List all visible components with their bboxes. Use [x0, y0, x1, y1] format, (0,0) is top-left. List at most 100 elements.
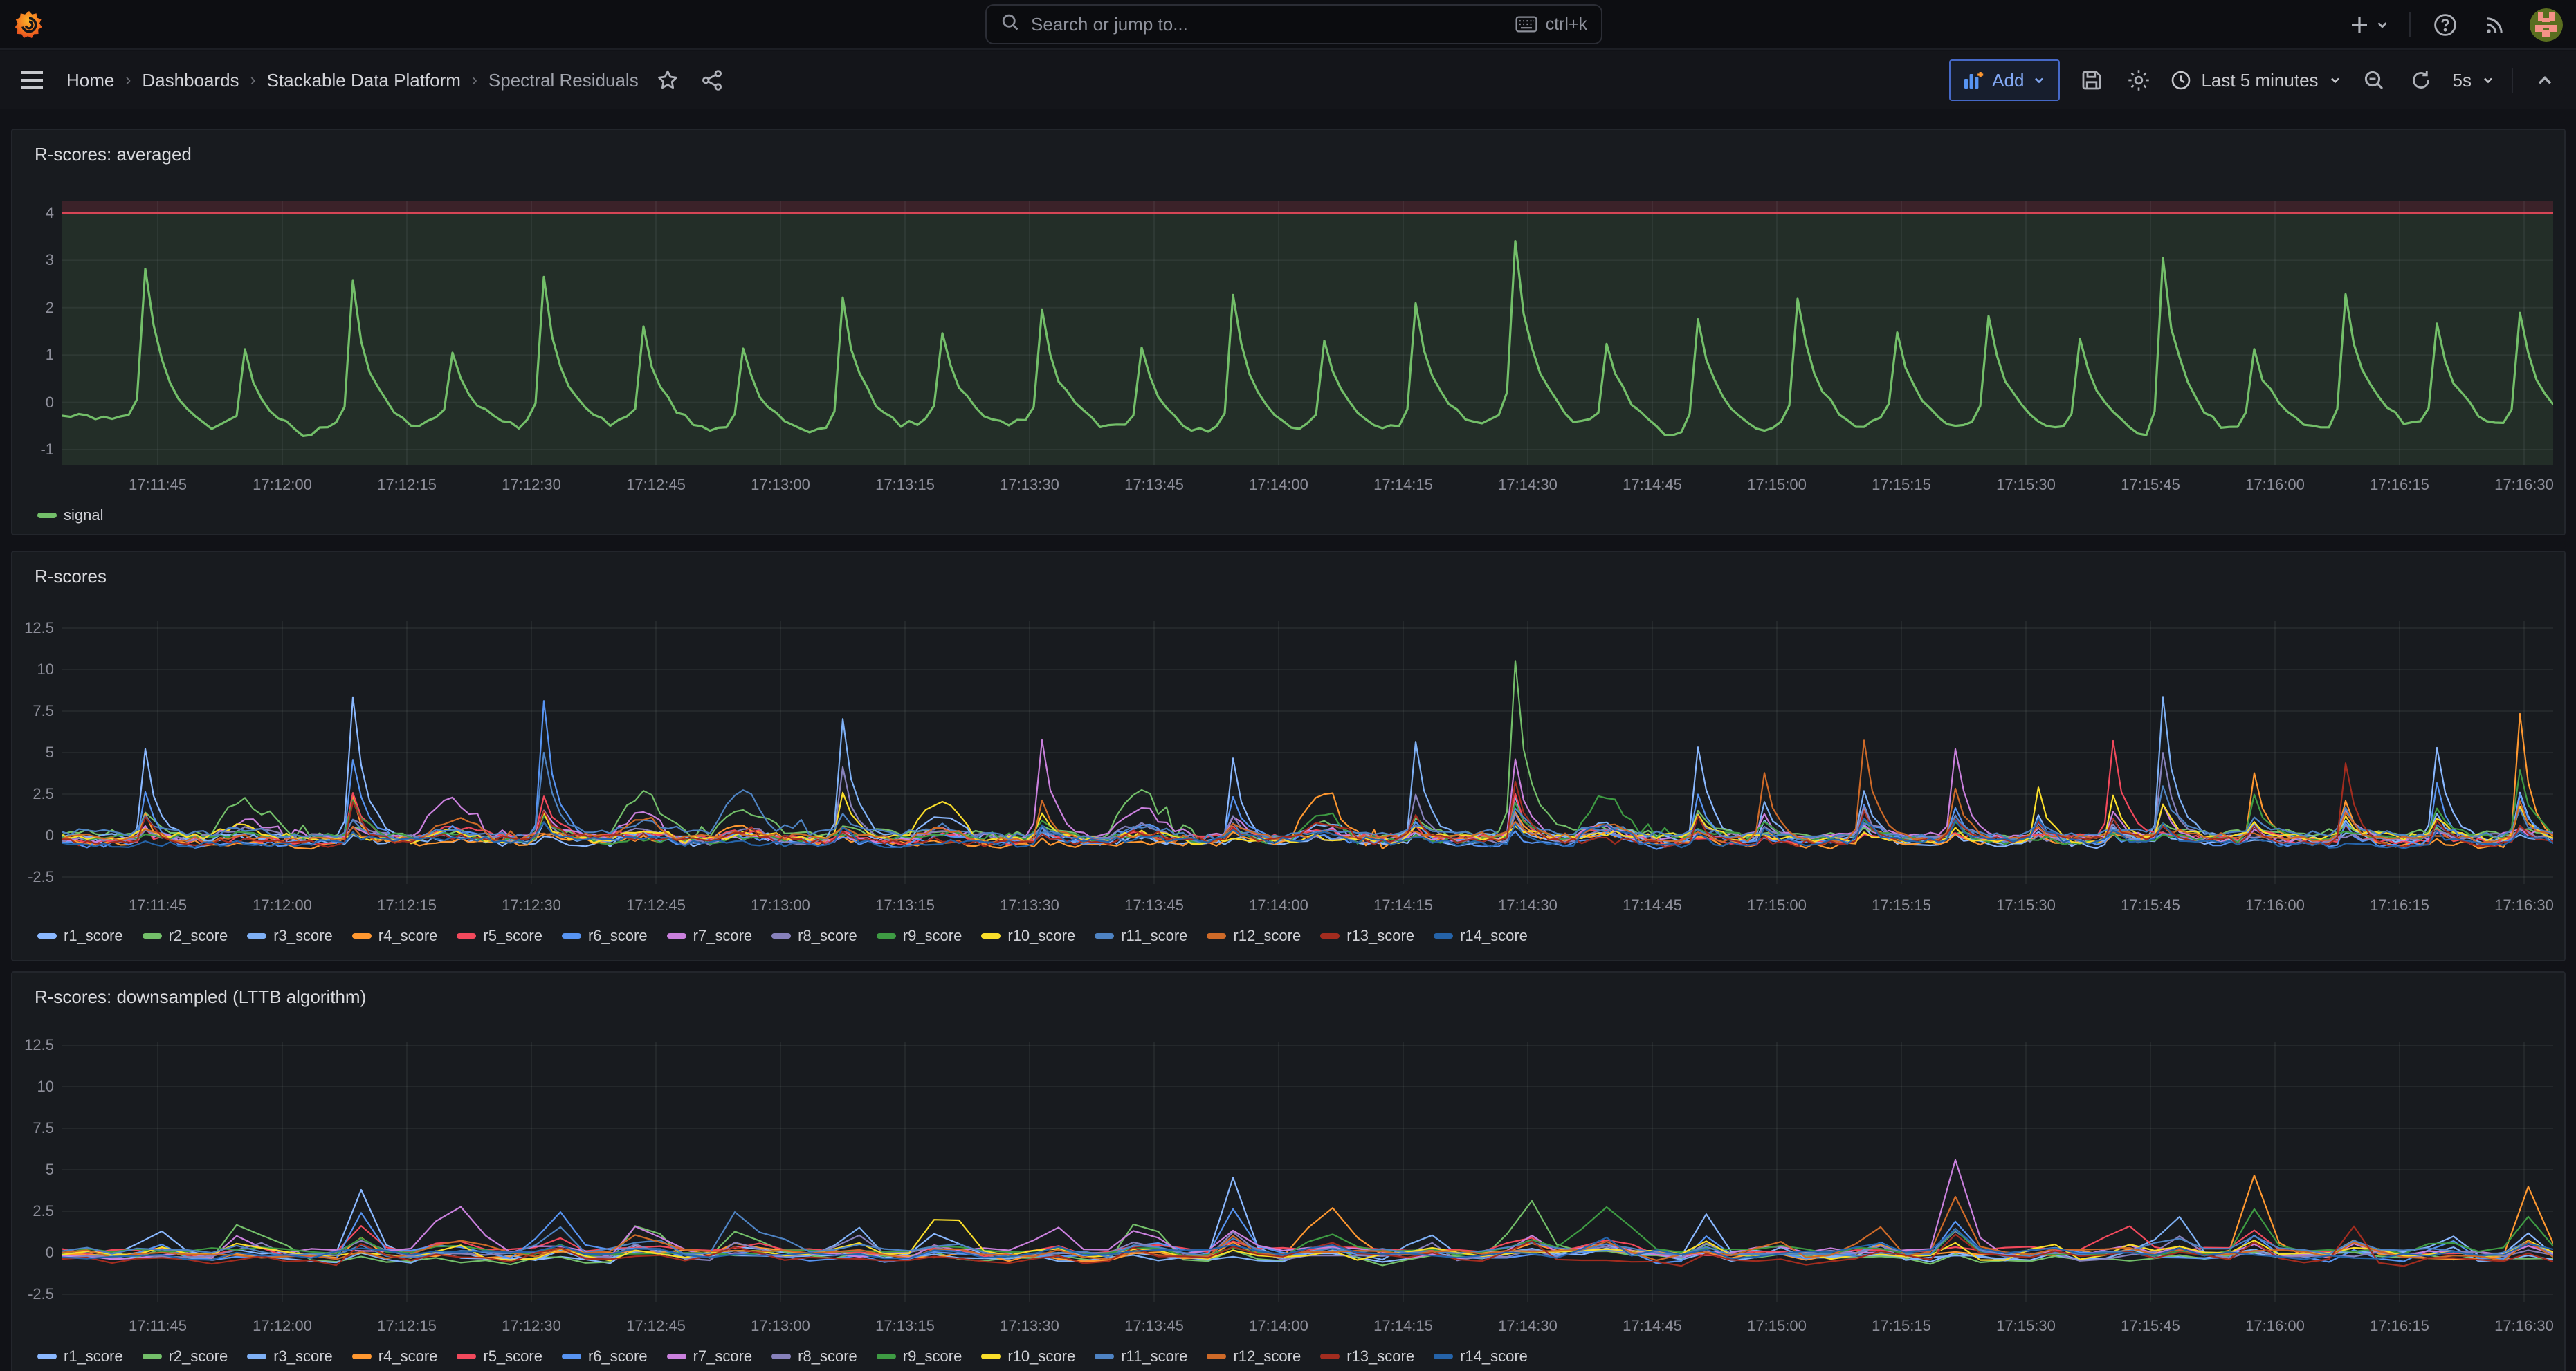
share-button[interactable] [697, 65, 727, 95]
legend-series-name: r10_score [1007, 927, 1075, 945]
legend-item-r14_score[interactable]: r14_score [1434, 927, 1528, 945]
legend-item-r6_score[interactable]: r6_score [562, 1347, 648, 1365]
legend-item-r3_score[interactable]: r3_score [247, 1347, 333, 1365]
x-axis-tick: 17:13:00 [731, 1317, 830, 1335]
x-axis-tick: 17:16:00 [2225, 1317, 2325, 1335]
y-axis-tick: -2.5 [12, 1285, 54, 1303]
x-axis-tick: 17:12:00 [232, 476, 332, 494]
legend-item-r1_score[interactable]: r1_score [37, 927, 123, 945]
legend-item-r11_score[interactable]: r11_score [1095, 927, 1187, 945]
panel-title[interactable]: R-scores: downsampled (LTTB algorithm) [35, 986, 366, 1008]
legend-item-r2_score[interactable]: r2_score [143, 1347, 228, 1365]
x-axis-tick: 17:14:15 [1353, 896, 1453, 914]
panel-r-scores-downsampled: R-scores: downsampled (LTTB algorithm) r… [11, 971, 2566, 1371]
legend-item-r13_score[interactable]: r13_score [1320, 1347, 1414, 1365]
zoom-out-button[interactable] [2359, 65, 2389, 95]
add-button[interactable]: Add [1949, 59, 2060, 101]
panel-legend: r1_score r2_score r3_score r4_score r5_score… [37, 927, 1528, 945]
time-range-picker[interactable]: Last 5 minutes [2171, 70, 2341, 91]
timeseries-plot[interactable] [62, 621, 2553, 884]
dashboard-settings-button[interactable] [2123, 65, 2154, 95]
legend-series-name: r8_score [798, 1347, 857, 1365]
legend-item-r1_score[interactable]: r1_score [37, 1347, 123, 1365]
x-axis-tick: 17:13:15 [855, 1317, 955, 1335]
timeseries-plot[interactable] [62, 201, 2553, 465]
x-axis-tick: 17:15:15 [1852, 896, 1951, 914]
x-axis-tick: 17:16:30 [2474, 476, 2574, 494]
x-axis-tick: 17:12:45 [606, 1317, 706, 1335]
x-axis-tick: 17:14:45 [1602, 476, 1702, 494]
search-input[interactable]: Search or jump to... ctrl+k [985, 4, 1602, 44]
favorite-button[interactable] [652, 65, 683, 95]
collapse-topbar-button[interactable] [2530, 65, 2560, 95]
legend-series-name: r10_score [1007, 1347, 1075, 1365]
plus-icon [2348, 14, 2371, 36]
x-axis-tick: 17:14:45 [1602, 1317, 1702, 1335]
x-axis-tick: 17:13:15 [855, 896, 955, 914]
legend-item-r10_score[interactable]: r10_score [981, 927, 1075, 945]
breadcrumb-home[interactable]: Home [66, 70, 114, 91]
legend-item-r5_score[interactable]: r5_score [457, 1347, 542, 1365]
legend-item-r11_score[interactable]: r11_score [1095, 1347, 1187, 1365]
x-axis-tick: 17:14:30 [1478, 1317, 1578, 1335]
menu-button[interactable] [17, 65, 47, 95]
refresh-interval-picker[interactable]: 5s [2453, 70, 2495, 91]
x-axis-tick: 17:15:30 [1976, 476, 2076, 494]
x-axis-tick: 17:14:15 [1353, 476, 1453, 494]
refresh-button[interactable] [2406, 65, 2436, 95]
grafana-dashboard: Search or jump to... ctrl+k [0, 0, 2576, 1371]
legend-item-r13_score[interactable]: r13_score [1320, 927, 1414, 945]
panel-title[interactable]: R-scores: averaged [35, 144, 192, 165]
legend-item-r4_score[interactable]: r4_score [352, 927, 438, 945]
x-axis-tick: 17:12:15 [357, 896, 457, 914]
legend-series-name: r11_score [1121, 927, 1187, 945]
y-axis-tick: 1 [12, 346, 54, 364]
legend-item-r9_score[interactable]: r9_score [877, 1347, 962, 1365]
avatar[interactable] [2530, 8, 2563, 42]
legend-series-name: r5_score [483, 927, 542, 945]
legend-series-color [771, 1354, 791, 1359]
legend-series-name: r12_score [1233, 927, 1301, 945]
legend-item-r12_score[interactable]: r12_score [1207, 1347, 1301, 1365]
x-axis-tick: 17:14:00 [1229, 896, 1328, 914]
x-axis-tick: 17:13:30 [980, 896, 1079, 914]
x-axis-tick: 17:13:15 [855, 476, 955, 494]
chevron-right-icon: › [472, 71, 477, 90]
x-axis-tick: 17:12:15 [357, 476, 457, 494]
legend-item-r4_score[interactable]: r4_score [352, 1347, 438, 1365]
legend-item-r12_score[interactable]: r12_score [1207, 927, 1301, 945]
save-dashboard-button[interactable] [2076, 65, 2107, 95]
breadcrumb-folder[interactable]: Stackable Data Platform [267, 70, 461, 91]
y-axis-tick: 0 [12, 1244, 54, 1262]
legend-item-r10_score[interactable]: r10_score [981, 1347, 1075, 1365]
legend-series-color [457, 1354, 476, 1359]
panel-title[interactable]: R-scores [35, 566, 107, 587]
grafana-logo-icon[interactable] [14, 10, 44, 40]
x-axis-tick: 17:15:00 [1727, 476, 1827, 494]
chevron-down-icon [2375, 17, 2390, 33]
help-button[interactable] [2430, 10, 2460, 40]
news-button[interactable] [2480, 10, 2510, 40]
legend-item-r14_score[interactable]: r14_score [1434, 1347, 1528, 1365]
breadcrumb-dashboards[interactable]: Dashboards [142, 70, 239, 91]
x-axis-tick: 17:16:30 [2474, 896, 2574, 914]
legend-item-signal[interactable]: signal [37, 506, 103, 524]
legend-series-name: signal [64, 506, 103, 524]
legend-item-r9_score[interactable]: r9_score [877, 927, 962, 945]
y-axis-tick: 0 [12, 827, 54, 845]
x-axis-tick: 17:12:30 [482, 1317, 581, 1335]
legend-item-r6_score[interactable]: r6_score [562, 927, 648, 945]
timeseries-plot[interactable] [62, 1042, 2553, 1302]
legend-item-r3_score[interactable]: r3_score [247, 927, 333, 945]
legend-item-r5_score[interactable]: r5_score [457, 927, 542, 945]
x-axis-tick: 17:15:45 [2101, 476, 2200, 494]
x-axis-tick: 17:16:00 [2225, 896, 2325, 914]
legend-item-r7_score[interactable]: r7_score [667, 927, 753, 945]
new-menu-button[interactable] [2348, 14, 2390, 36]
legend-item-r8_score[interactable]: r8_score [771, 1347, 857, 1365]
legend-series-color [1320, 933, 1340, 939]
legend-item-r7_score[interactable]: r7_score [667, 1347, 753, 1365]
legend-item-r2_score[interactable]: r2_score [143, 927, 228, 945]
legend-series-color [667, 933, 686, 939]
legend-item-r8_score[interactable]: r8_score [771, 927, 857, 945]
